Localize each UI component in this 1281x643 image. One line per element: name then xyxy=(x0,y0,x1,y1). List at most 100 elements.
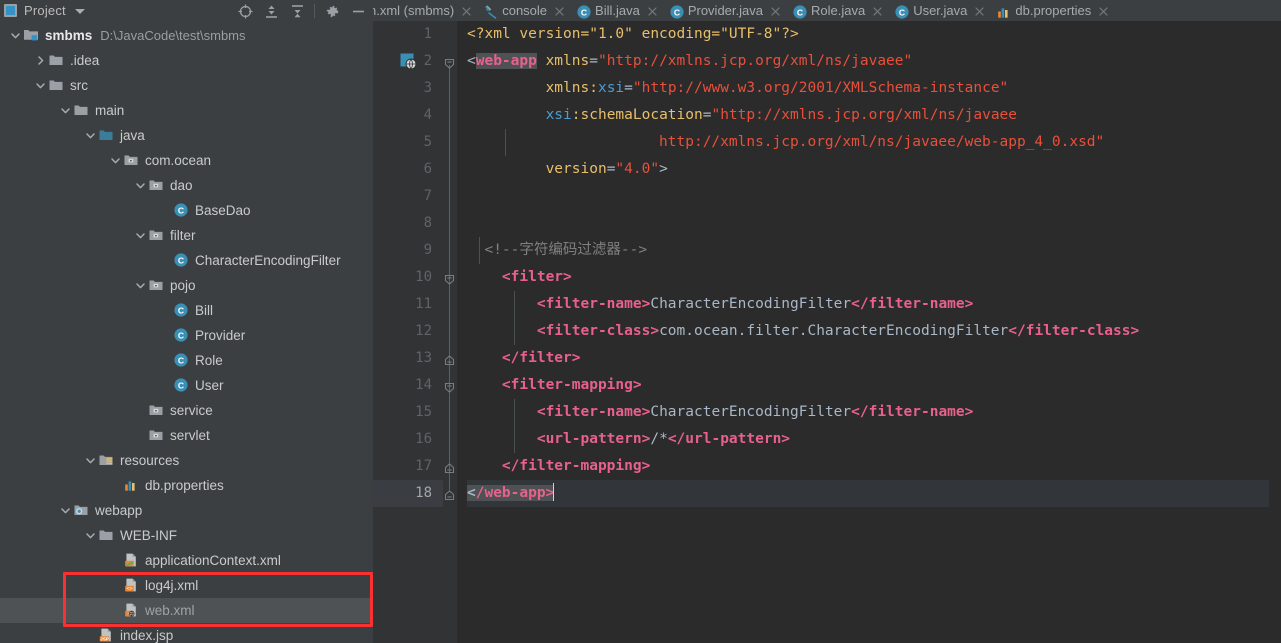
fold-end-icon[interactable] xyxy=(444,353,455,366)
tree-item-user[interactable]: C User xyxy=(0,373,373,398)
editor-tab-user-java[interactable]: C User.java xyxy=(888,0,990,21)
tree-item-src[interactable]: src xyxy=(0,73,373,98)
code-line-18[interactable]: </web-app> xyxy=(467,480,1281,507)
chevron-down-icon[interactable] xyxy=(33,73,48,98)
code-line-14[interactable]: <filter-mapping> xyxy=(467,372,1281,399)
code-line-5[interactable]: http://xmlns.jcp.org/xml/ns/javaee/web-a… xyxy=(467,129,1281,156)
chevron-down-icon[interactable] xyxy=(133,273,148,298)
close-icon[interactable] xyxy=(647,5,658,16)
chevron-down-icon[interactable] xyxy=(83,448,98,473)
chevron-down-icon[interactable] xyxy=(83,123,98,148)
code-line-6[interactable]: version="4.0"> xyxy=(467,156,1281,183)
svg-text:JSP: JSP xyxy=(100,637,109,642)
expand-all-icon[interactable] xyxy=(258,0,284,22)
code-folding-strip[interactable] xyxy=(443,21,457,643)
code-line-17[interactable]: </filter-mapping> xyxy=(467,453,1281,480)
close-icon[interactable] xyxy=(974,5,985,16)
close-icon[interactable] xyxy=(461,5,472,16)
code-text-area[interactable]: <?xml version="1.0" encoding="UTF-8"?> <w… xyxy=(457,21,1281,643)
tree-item-log4j-xml[interactable]: <> log4j.xml xyxy=(0,573,373,598)
fold-expanded-icon[interactable] xyxy=(444,380,455,393)
tree-item-main[interactable]: main xyxy=(0,98,373,123)
editor-tab-role-java[interactable]: C Role.java xyxy=(786,0,888,21)
fold-expanded-icon[interactable] xyxy=(444,272,455,285)
chevron-down-icon[interactable] xyxy=(108,148,123,173)
line-number-text: 6 xyxy=(423,161,432,177)
code-token-tag: </filter-mapping> xyxy=(501,458,651,474)
tree-item-characterencodingfilter[interactable]: C CharacterEncodingFilter xyxy=(0,248,373,273)
tree-item-dao[interactable]: dao xyxy=(0,173,373,198)
tree-item-role[interactable]: C Role xyxy=(0,348,373,373)
chevron-down-icon[interactable] xyxy=(8,23,23,48)
code-line-9[interactable]: <!--字符编码过滤器--> xyxy=(467,237,1281,264)
code-line-8[interactable] xyxy=(467,210,1281,237)
tree-item-resources[interactable]: resources xyxy=(0,448,373,473)
tree-item-servlet[interactable]: servlet xyxy=(0,423,373,448)
chevron-down-icon[interactable] xyxy=(74,9,85,15)
tree-item-com-ocean[interactable]: com.ocean xyxy=(0,148,373,173)
tree-item-basedao[interactable]: C BaseDao xyxy=(0,198,373,223)
tree-item-pojo[interactable]: pojo xyxy=(0,273,373,298)
project-tree[interactable]: smbms D:\JavaCode\test\smbms .idea src main j… xyxy=(0,21,373,643)
code-token-punct: = xyxy=(589,53,598,69)
close-icon[interactable] xyxy=(554,5,565,16)
fold-expanded-icon[interactable] xyxy=(444,56,455,69)
close-icon[interactable] xyxy=(1098,5,1109,16)
code-editor[interactable]: 1 2 3 4 5 6 7 8 9 10 11 12 13 14 15 16 17 18 <?xml versio… xyxy=(373,21,1281,643)
tree-item-smbms[interactable]: smbms D:\JavaCode\test\smbms xyxy=(0,23,373,48)
code-line-16[interactable]: <url-pattern>/*</url-pattern> xyxy=(467,426,1281,453)
editor-tab-db-properties[interactable]: db.properties xyxy=(990,0,1114,21)
collapse-all-icon[interactable] xyxy=(284,0,310,22)
chevron-right-icon[interactable] xyxy=(33,48,48,73)
code-line-15[interactable]: <filter-name>CharacterEncodingFilter</fi… xyxy=(467,399,1281,426)
editor-tab-bar[interactable]: n.xml (smbms) console C Bill.java C Provider.… xyxy=(373,0,1281,21)
locate-icon[interactable] xyxy=(232,0,258,22)
line-number: 1 xyxy=(373,21,443,48)
editor-gutter[interactable]: 1 2 3 4 5 6 7 8 9 10 11 12 13 14 15 16 17 18 xyxy=(373,21,443,643)
editor-tab-console[interactable]: console xyxy=(477,0,570,21)
code-token-str: "4.0" xyxy=(615,161,660,177)
tree-item-label: com.ocean xyxy=(145,152,212,168)
tree-item-webapp[interactable]: webapp xyxy=(0,498,373,523)
editor-tab-n-xml-smbms-[interactable]: n.xml (smbms) xyxy=(373,0,477,21)
close-icon[interactable] xyxy=(770,5,781,16)
code-line-1[interactable]: <?xml version="1.0" encoding="UTF-8"?> xyxy=(467,21,1281,48)
fold-end-icon[interactable] xyxy=(444,461,455,474)
tree-item-bill[interactable]: C Bill xyxy=(0,298,373,323)
settings-gear-icon[interactable] xyxy=(319,0,345,22)
code-line-3[interactable]: xmlns:xsi="http://www.w3.org/2001/XMLSch… xyxy=(467,75,1281,102)
tree-item-provider[interactable]: C Provider xyxy=(0,323,373,348)
tree-item-web-xml[interactable]: < web.xml xyxy=(0,597,373,623)
editor-tab-bill-java[interactable]: C Bill.java xyxy=(570,0,663,21)
code-line-13[interactable]: </filter> xyxy=(467,345,1281,372)
folder-icon xyxy=(98,527,114,543)
tree-item-filter[interactable]: filter xyxy=(0,223,373,248)
chevron-down-icon[interactable] xyxy=(133,173,148,198)
web-xml-gutter-icon[interactable] xyxy=(400,53,417,70)
code-line-2[interactable]: <web-app xmlns="http://xmlns.jcp.org/xml… xyxy=(467,48,1281,75)
code-line-10[interactable]: <filter> xyxy=(467,264,1281,291)
tree-item--idea[interactable]: .idea xyxy=(0,48,373,73)
code-line-11[interactable]: <filter-name>CharacterEncodingFilter</fi… xyxy=(467,291,1281,318)
code-line-12[interactable]: <filter-class>com.ocean.filter.Character… xyxy=(467,318,1281,345)
tree-item-java[interactable]: java xyxy=(0,123,373,148)
tree-item-index-jsp[interactable]: JSP index.jsp xyxy=(0,623,373,643)
chevron-down-icon[interactable] xyxy=(58,98,73,123)
tree-item-db-properties[interactable]: db.properties xyxy=(0,473,373,498)
tree-item-applicationcontext-xml[interactable]: applicationContext.xml xyxy=(0,548,373,573)
chevron-down-icon[interactable] xyxy=(133,223,148,248)
hide-panel-icon[interactable] xyxy=(345,0,371,22)
close-icon[interactable] xyxy=(872,5,883,16)
tree-item-web-inf[interactable]: WEB-INF xyxy=(0,523,373,548)
idea-window: Project smbms D:\JavaCode\test\smbms .id… xyxy=(0,0,1281,643)
editor-tab-provider-java[interactable]: C Provider.java xyxy=(663,0,786,21)
code-line-7[interactable] xyxy=(467,183,1281,210)
java-class-icon: C xyxy=(669,4,684,19)
chevron-down-icon[interactable] xyxy=(83,523,98,548)
code-line-4[interactable]: xsi:schemaLocation="http://xmlns.jcp.org… xyxy=(467,102,1281,129)
fold-end-icon[interactable] xyxy=(444,488,455,501)
chevron-down-icon[interactable] xyxy=(58,498,73,523)
tree-item-service[interactable]: service xyxy=(0,398,373,423)
tree-no-arrow xyxy=(158,373,173,398)
